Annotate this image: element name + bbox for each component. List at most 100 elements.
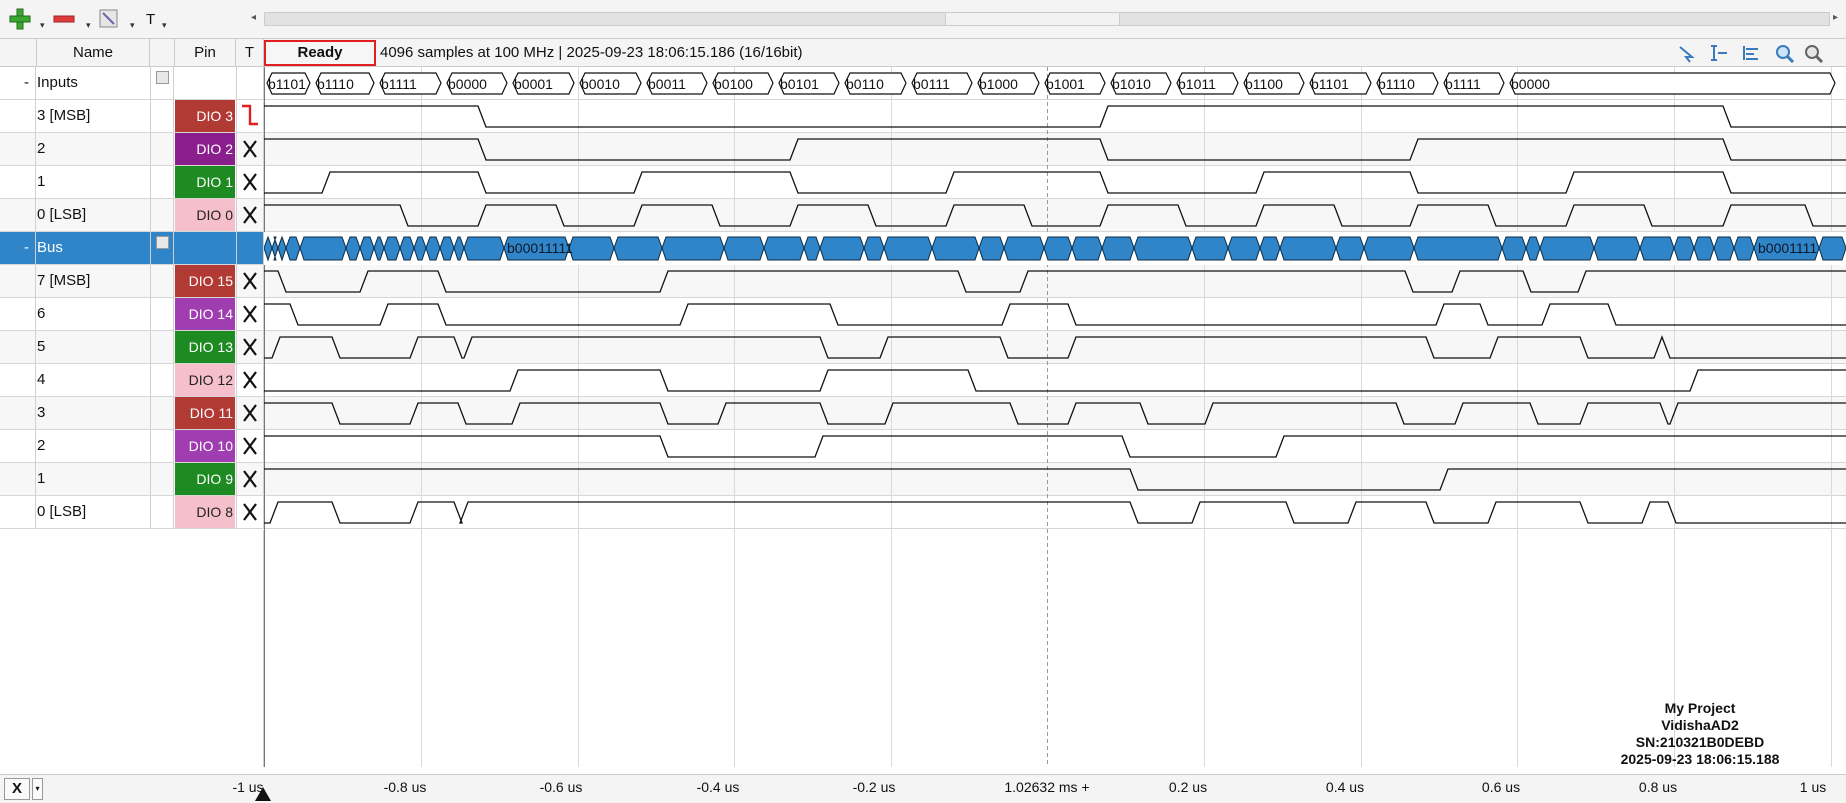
header-pin[interactable]: Pin (175, 39, 236, 66)
trigger-cell[interactable] (236, 166, 264, 198)
group-row[interactable]: - Inputs (0, 67, 264, 100)
trigger-cell[interactable] (236, 199, 264, 231)
pin-label[interactable]: DIO 15 (175, 265, 235, 297)
zoom-icon[interactable] (1774, 43, 1796, 63)
cursor-arrow-icon[interactable] (1676, 43, 1698, 63)
channel-name[interactable]: 0 [LSB] (37, 496, 149, 528)
channel-row[interactable]: 3 [MSB] DIO 3 (0, 100, 264, 133)
trigger-cell[interactable] (236, 496, 264, 528)
trigger-ignore-icon[interactable] (237, 496, 263, 528)
pin-label[interactable]: DIO 8 (175, 496, 235, 528)
pin-label[interactable]: DIO 14 (175, 298, 235, 330)
expander[interactable]: - (0, 67, 36, 99)
channel-name[interactable]: 4 (37, 364, 149, 396)
pin-label[interactable]: DIO 2 (175, 133, 235, 165)
channel-row[interactable]: 2 DIO 10 (0, 430, 264, 463)
channel-name[interactable]: 0 [LSB] (37, 199, 149, 231)
trigger-cell[interactable] (236, 331, 264, 363)
channel-name[interactable]: 1 (37, 166, 149, 198)
text-tool-dropdown-arrow[interactable]: ▾ (162, 20, 167, 31)
row-options-cell[interactable] (150, 265, 174, 297)
pin-label[interactable]: DIO 3 (175, 100, 235, 132)
row-options-cell[interactable] (150, 166, 174, 198)
collapse-toggle[interactable]: - (24, 67, 29, 99)
row-options-cell[interactable] (150, 199, 174, 231)
row-options-cell[interactable] (150, 496, 174, 528)
expander[interactable]: - (0, 232, 36, 264)
pin-label[interactable]: DIO 13 (175, 331, 235, 363)
add-dropdown-arrow[interactable]: ▾ (40, 20, 45, 31)
pin-label[interactable]: DIO 11 (175, 397, 235, 429)
trigger-cell[interactable] (236, 397, 264, 429)
add-button[interactable] (8, 6, 32, 32)
horizontal-scrollbar[interactable] (264, 12, 1830, 26)
scroll-left-arrow[interactable]: ◂ (251, 12, 261, 26)
scrollbar-thumb[interactable] (945, 13, 1120, 25)
row-options-cell[interactable] (150, 397, 174, 429)
channel-name[interactable]: Inputs (37, 67, 149, 99)
pin-label[interactable]: DIO 9 (175, 463, 235, 495)
zoom-settings-icon[interactable] (1803, 43, 1825, 63)
trigger-ignore-icon[interactable] (237, 265, 263, 297)
channel-name[interactable]: 5 (37, 331, 149, 363)
channel-row[interactable]: 1 DIO 9 (0, 463, 264, 496)
row-options-cell[interactable] (150, 298, 174, 330)
group-row[interactable]: - Bus (0, 232, 264, 265)
channel-row[interactable]: 7 [MSB] DIO 15 (0, 265, 264, 298)
row-options-cell[interactable] (150, 463, 174, 495)
trigger-ignore-icon[interactable] (237, 298, 263, 330)
row-options-cell[interactable] (150, 331, 174, 363)
pin-label[interactable]: DIO 12 (175, 364, 235, 396)
align-icon[interactable] (1740, 43, 1762, 63)
cursor-bracket-icon[interactable] (1708, 43, 1730, 63)
trigger-cell[interactable] (236, 430, 264, 462)
row-options-cell[interactable] (150, 67, 174, 99)
remove-dropdown-arrow[interactable]: ▾ (86, 20, 91, 31)
channel-name[interactable]: 1 (37, 463, 149, 495)
row-options-cell[interactable] (150, 100, 174, 132)
scroll-right-arrow[interactable]: ▸ (1833, 12, 1843, 26)
pin-label[interactable] (175, 67, 235, 99)
trigger-ignore-icon[interactable] (237, 397, 263, 429)
channel-row[interactable]: 5 DIO 13 (0, 331, 264, 364)
channel-row[interactable]: 6 DIO 14 (0, 298, 264, 331)
channel-name[interactable]: 2 (37, 133, 149, 165)
pin-label[interactable] (175, 232, 235, 264)
header-trigger[interactable]: T (236, 39, 264, 66)
trigger-ignore-icon[interactable] (237, 166, 263, 198)
row-options-cell[interactable] (150, 430, 174, 462)
edit-button[interactable] (98, 6, 120, 32)
channel-row[interactable]: 0 [LSB] DIO 0 (0, 199, 264, 232)
edit-dropdown-arrow[interactable]: ▾ (130, 20, 135, 31)
channel-row[interactable]: 4 DIO 12 (0, 364, 264, 397)
trigger-cell[interactable] (236, 298, 264, 330)
pin-label[interactable]: DIO 1 (175, 166, 235, 198)
remove-button[interactable] (52, 6, 76, 32)
trigger-ignore-icon[interactable] (237, 430, 263, 462)
text-tool-button[interactable]: T (146, 6, 155, 32)
waveform-area[interactable]: b1101 b1110 b1111 b0000 b0001 b0010 b0011 b0100… (264, 67, 1846, 767)
channel-name[interactable]: 2 (37, 430, 149, 462)
trigger-cell[interactable] (236, 364, 264, 396)
trigger-ignore-icon[interactable] (237, 331, 263, 363)
trigger-cell[interactable] (236, 100, 264, 132)
channel-row[interactable]: 1 DIO 1 (0, 166, 264, 199)
x-axis-button[interactable]: X (4, 778, 30, 800)
channel-name[interactable]: 7 [MSB] (37, 265, 149, 297)
channel-name[interactable]: 3 (37, 397, 149, 429)
row-options-cell[interactable] (150, 232, 174, 264)
channel-row[interactable]: 2 DIO 2 (0, 133, 264, 166)
x-axis-dropdown[interactable]: ▾ (32, 778, 43, 800)
trigger-cell[interactable] (236, 265, 264, 297)
channel-row[interactable]: 0 [LSB] DIO 8 (0, 496, 264, 529)
edit-icon[interactable] (156, 236, 169, 249)
edit-icon[interactable] (156, 71, 169, 84)
pin-label[interactable]: DIO 10 (175, 430, 235, 462)
trigger-ignore-icon[interactable] (237, 199, 263, 231)
trigger-cell[interactable] (236, 67, 264, 99)
trigger-falling-edge-icon[interactable] (237, 100, 263, 132)
channel-row[interactable]: 3 DIO 11 (0, 397, 264, 430)
channel-name[interactable]: Bus (37, 232, 149, 264)
trigger-ignore-icon[interactable] (237, 463, 263, 495)
channel-name[interactable]: 3 [MSB] (37, 100, 149, 132)
